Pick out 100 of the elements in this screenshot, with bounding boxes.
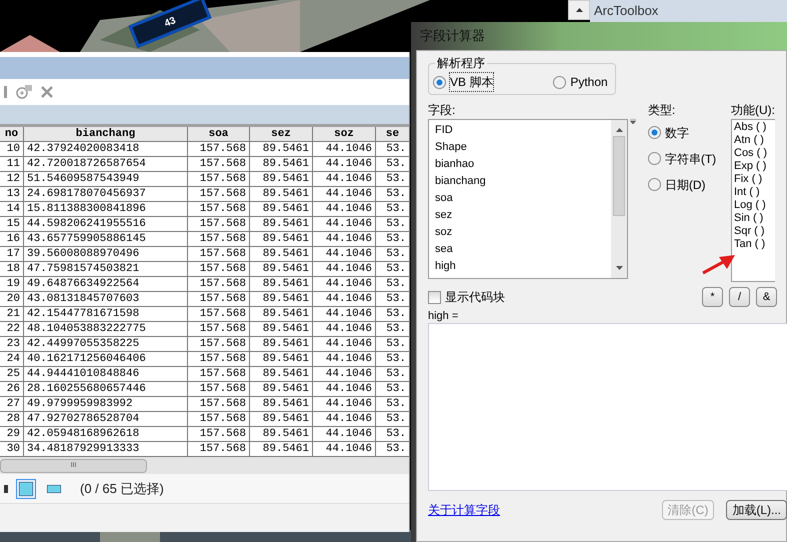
column-header[interactable]: soz [313, 127, 376, 141]
table-cell: 53. [376, 322, 410, 336]
operator-button[interactable]: * [702, 287, 723, 307]
table-cell: 89.5461 [250, 217, 313, 231]
table-cell: 49.64876634922564 [24, 277, 188, 291]
table-cell: 34.48187929913333 [24, 442, 188, 456]
down-arrow-icon [616, 266, 622, 270]
column-header[interactable]: se [376, 127, 410, 141]
table-cell: 89.5461 [250, 202, 313, 216]
function-item[interactable]: Sin ( ) [734, 212, 775, 225]
view-button[interactable] [16, 478, 36, 498]
table-cell: 53. [376, 352, 410, 366]
annotation-arrow-icon [701, 255, 735, 275]
table-cell: 89.5461 [250, 232, 313, 246]
field-item[interactable]: high [435, 258, 611, 275]
up-arrow-icon [576, 8, 582, 12]
table-cell: 53. [376, 247, 410, 261]
table-cell: 44.1046 [313, 352, 376, 366]
table-cell: 47.92702786528704 [24, 412, 188, 426]
function-item[interactable]: Int ( ) [734, 186, 775, 199]
table-cell: 27 [0, 397, 24, 411]
table-cell: 42.05948168962618 [24, 427, 188, 441]
table-cell: 53. [376, 142, 410, 156]
table-cell: 40.162171256046406 [24, 352, 188, 366]
table-cell: 15.811388300841896 [24, 202, 188, 216]
checkbox[interactable] [428, 290, 441, 304]
radio-button[interactable] [648, 126, 661, 139]
table-cell: 53. [376, 367, 410, 381]
function-item[interactable]: Abs ( ) [734, 121, 775, 134]
table-cell: 10 [0, 142, 24, 156]
function-item[interactable]: Sqr ( ) [734, 225, 775, 238]
table-cell: 157.568 [188, 187, 250, 201]
dialog-title: 字段计算器 [420, 27, 485, 46]
table-cell: 89.5461 [250, 292, 313, 306]
table-cell: 24 [0, 352, 24, 366]
function-item[interactable]: Exp ( ) [734, 160, 775, 173]
table-cell: 48.104053883222775 [24, 322, 188, 336]
close-icon[interactable] [41, 86, 53, 98]
table-cell: 14 [0, 202, 24, 216]
table-cell: 157.568 [188, 142, 250, 156]
radio-button[interactable] [433, 76, 446, 88]
radio-button[interactable] [648, 152, 661, 165]
radio-button[interactable] [553, 76, 566, 88]
field-item[interactable]: soa [435, 190, 611, 207]
table-cell: 89.5461 [250, 412, 313, 426]
table-cell: 47.75981574503821 [24, 262, 188, 276]
table-cell: 89.5461 [250, 442, 313, 456]
field-item[interactable]: bianhao [435, 156, 611, 173]
field-item[interactable]: bianchang [435, 173, 611, 190]
table-cell: 21 [0, 307, 24, 321]
function-item[interactable]: Cos ( ) [734, 147, 775, 160]
radio-label: VB 脚本 [450, 73, 494, 91]
table-cell: 53. [376, 187, 410, 201]
column-header[interactable]: soa [188, 127, 250, 141]
table-cell: 89.5461 [250, 427, 313, 441]
table-cell: 30 [0, 442, 24, 456]
table-cell: 53. [376, 217, 410, 231]
table-cell: 53. [376, 262, 410, 276]
column-header[interactable]: bianchang [24, 127, 188, 141]
table-cell: 157.568 [188, 382, 250, 396]
table-cell: 53. [376, 172, 410, 186]
function-item[interactable]: Tan ( ) [734, 238, 775, 251]
function-item[interactable]: Fix ( ) [734, 173, 775, 186]
field-item[interactable]: soz [435, 224, 611, 241]
operator-button[interactable]: / [729, 287, 750, 307]
table-cell: 157.568 [188, 172, 250, 186]
table-cell: 53. [376, 382, 410, 396]
function-item[interactable]: Log ( ) [734, 199, 775, 212]
table-cell: 157.568 [188, 337, 250, 351]
help-link[interactable]: 关于计算字段 [428, 501, 500, 519]
table-cell: 44.1046 [313, 142, 376, 156]
table-cell: 53. [376, 202, 410, 216]
group-label: 解析程序 [435, 54, 487, 72]
dialog-button[interactable]: 加载(L)... [726, 500, 787, 520]
expression-field[interactable] [428, 323, 787, 491]
zoom-icon[interactable] [15, 84, 33, 100]
table-cell: 42.37924020083418 [24, 142, 188, 156]
table-cell: 44.1046 [313, 292, 376, 306]
dropdown-arrow-icon[interactable] [630, 119, 636, 124]
function-item[interactable]: Atn ( ) [734, 134, 775, 147]
table-cell: 44.1046 [313, 322, 376, 336]
table-cell: 44.1046 [313, 307, 376, 321]
up-arrow-icon [616, 128, 622, 132]
field-item[interactable]: sez [435, 207, 611, 224]
field-item[interactable]: Shape [435, 139, 611, 156]
operator-button[interactable]: & [756, 287, 777, 307]
radio-label: 日期(D) [664, 176, 706, 194]
table-cell: 20 [0, 292, 24, 306]
field-item[interactable]: FID [435, 122, 611, 139]
scroll-up-button[interactable] [568, 0, 590, 20]
radio-button[interactable] [648, 178, 661, 191]
table-cell: 53. [376, 412, 410, 426]
column-header[interactable]: no [0, 127, 24, 141]
table-cell: 44.1046 [313, 187, 376, 201]
column-header[interactable]: sez [250, 127, 313, 141]
table-cell: 89.5461 [250, 367, 313, 381]
list-scrollbar[interactable] [611, 120, 627, 278]
field-item[interactable]: sea [435, 241, 611, 258]
table-cell: 12 [0, 172, 24, 186]
table-cell: 44.1046 [313, 232, 376, 246]
